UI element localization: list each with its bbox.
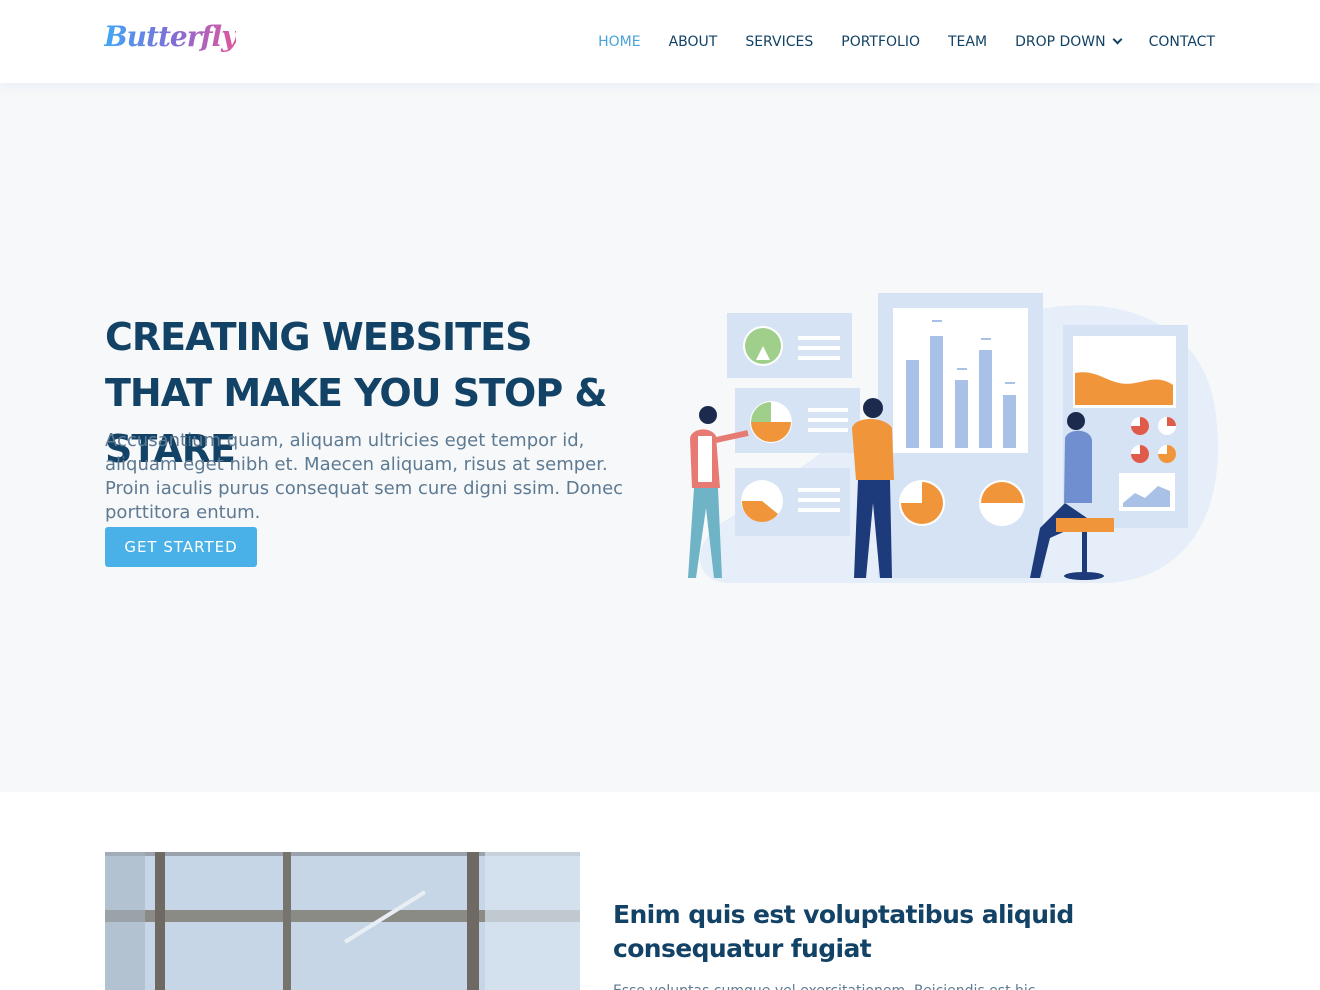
brand-logo[interactable]: Butterfly: [104, 20, 237, 53]
nav-team[interactable]: TEAM: [948, 34, 987, 50]
hero-description: Accusantium quam, aliquam ultricies eget…: [105, 430, 624, 523]
get-started-button[interactable]: GET STARTED: [105, 527, 257, 567]
hero-section: CREATING WEBSITES THAT MAKE YOU STOP & S…: [0, 83, 1320, 792]
about-title: Enim quis est voluptatibus aliquid conse…: [613, 900, 1074, 963]
chevron-down-icon: [1112, 34, 1123, 45]
nav-home[interactable]: HOME: [598, 34, 640, 50]
hero-illustration: [688, 293, 1219, 584]
nav-dropdown-label: DROP DOWN: [1015, 33, 1106, 50]
about-image: [105, 852, 580, 990]
main-nav: HOME ABOUT SERVICES PORTFOLIO TEAM DROP …: [570, 0, 1215, 83]
about-text: Esse voluptas cumque vel exercitationem.…: [613, 984, 1083, 990]
nav-portfolio[interactable]: PORTFOLIO: [841, 34, 920, 50]
nav-about[interactable]: ABOUT: [669, 34, 718, 50]
nav-contact[interactable]: CONTACT: [1149, 34, 1215, 50]
nav-services[interactable]: SERVICES: [745, 34, 813, 50]
site-header: Butterfly HOME ABOUT SERVICES PORTFOLIO …: [0, 0, 1320, 83]
glass-building-image: [105, 852, 580, 990]
nav-dropdown[interactable]: DROP DOWN: [1015, 33, 1123, 50]
